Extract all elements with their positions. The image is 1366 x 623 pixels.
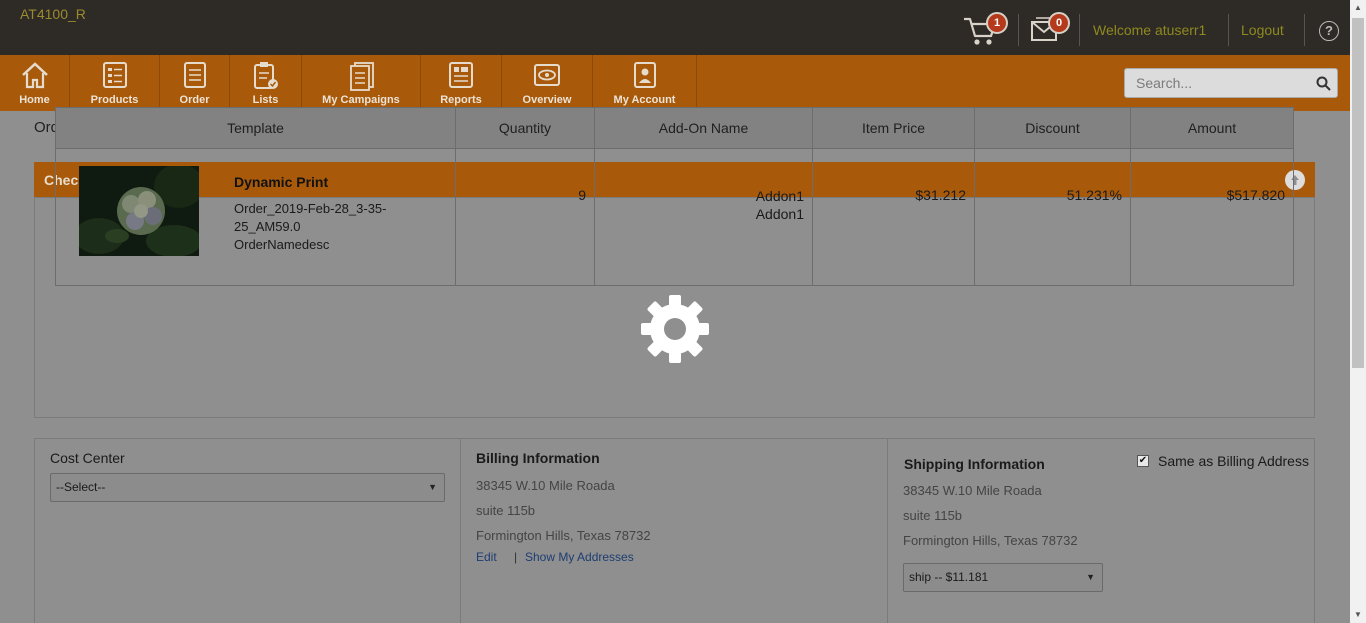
billing-title: Billing Information xyxy=(476,450,600,466)
nav-label: My Campaigns xyxy=(322,94,400,106)
column-header: Amount xyxy=(1187,120,1237,136)
billing-address-line: 38345 W.10 Mile Roada xyxy=(476,478,615,493)
column-header: Quantity xyxy=(456,108,595,148)
amount-value: $517.820 xyxy=(1226,187,1285,203)
amount-cell: $517.820 xyxy=(1131,149,1293,285)
help-icon[interactable]: ? xyxy=(1319,21,1339,41)
scroll-up-icon[interactable]: ▲ xyxy=(1354,3,1362,12)
nav-label: Lists xyxy=(252,94,279,106)
nav-item-products[interactable]: Products xyxy=(70,55,160,111)
addon-names: Addon1 Addon1 xyxy=(756,187,804,223)
quantity-cell: 9 xyxy=(456,149,595,285)
cart-count-badge: 1 xyxy=(986,12,1008,34)
item-price-value: $31.212 xyxy=(915,187,966,203)
nav-item-reports[interactable]: Reports xyxy=(421,55,502,111)
nav-label: Reports xyxy=(440,94,482,106)
brand-name: AT4100_R xyxy=(20,6,86,22)
divider xyxy=(1018,14,1019,46)
checkout-table: Template Quantity Add-On Name Item Price… xyxy=(55,107,1294,286)
select-value: --Select-- xyxy=(56,480,106,494)
nav-item-my-campaigns[interactable]: My Campaigns xyxy=(302,55,421,111)
link-separator: | xyxy=(514,550,518,564)
discount-value: 51.231% xyxy=(1066,187,1122,203)
top-bar: AT4100_R 1 0 Welcome atuserr1 Logout ? xyxy=(0,0,1350,55)
overview-icon xyxy=(534,64,560,86)
nav-label: Order xyxy=(179,94,210,106)
reports-icon xyxy=(449,62,473,88)
desc-line: 25_AM59.0 xyxy=(234,219,301,234)
column-header: Template xyxy=(56,108,456,148)
dropdown-arrow-icon: ▼ xyxy=(1086,572,1095,582)
home-icon xyxy=(21,62,48,89)
nav-label: Products xyxy=(90,94,139,106)
messages-count-badge: 0 xyxy=(1048,12,1070,34)
desc-line: Order_2019-Feb-28_3-35- xyxy=(234,201,387,216)
billing-address-line: Formington Hills, Texas 78732 xyxy=(476,528,651,543)
logout-link[interactable]: Logout xyxy=(1241,22,1284,38)
nav-item-overview[interactable]: Overview xyxy=(502,55,593,111)
main-nav: Home Products Order Lists My Campaigns R… xyxy=(0,55,1350,111)
product-name: Dynamic Print xyxy=(234,174,329,190)
products-icon xyxy=(102,62,127,88)
column-header: Discount xyxy=(975,108,1131,148)
product-thumbnail xyxy=(74,164,204,257)
campaigns-icon xyxy=(350,62,374,91)
addon-name: Addon1 xyxy=(755,206,804,222)
nav-label: Overview xyxy=(522,94,572,106)
shipping-address-line: Formington Hills, Texas 78732 xyxy=(903,533,1078,548)
account-icon xyxy=(633,62,656,88)
nav-label: Home xyxy=(19,94,50,106)
order-icon xyxy=(183,62,206,88)
scrollbar-thumb[interactable] xyxy=(1352,18,1364,368)
select-value: ship -- $11.181 xyxy=(909,570,989,584)
divider xyxy=(1304,14,1305,46)
cost-center-select[interactable]: --Select-- ▼ xyxy=(50,473,445,502)
addon-cell: Addon1 Addon1 xyxy=(595,149,813,285)
column-header: Add-On Name xyxy=(595,108,813,148)
nav-item-lists[interactable]: Lists xyxy=(230,55,302,111)
item-price-cell: $31.212 xyxy=(813,149,975,285)
cost-center-section: Cost Center --Select-- ▼ xyxy=(34,438,461,623)
quantity-value: 9 xyxy=(578,187,586,203)
edit-billing-link[interactable]: Edit xyxy=(476,550,497,564)
search-icon[interactable] xyxy=(1316,76,1331,91)
product-description: Order_2019-Feb-28_3-35- 25_AM59.0 OrderN… xyxy=(234,200,404,254)
cost-center-title: Cost Center xyxy=(50,450,125,466)
shipping-address-line: suite 115b xyxy=(903,508,963,523)
loading-gear-icon xyxy=(640,294,710,364)
search-input[interactable] xyxy=(1125,69,1310,97)
column-header: Item Price xyxy=(813,108,975,148)
nav-item-order[interactable]: Order xyxy=(160,55,230,111)
table-header: Template Quantity Add-On Name Item Price… xyxy=(56,108,1293,149)
nav-item-my-account[interactable]: My Account xyxy=(593,55,697,111)
same-as-billing-checkbox[interactable]: ✔ xyxy=(1137,455,1149,467)
template-cell: Dynamic Print Order_2019-Feb-28_3-35- 25… xyxy=(56,149,456,285)
lists-icon xyxy=(253,62,278,89)
search-box xyxy=(1124,68,1338,98)
billing-section: Billing Information 38345 W.10 Mile Road… xyxy=(460,438,888,623)
billing-address-line: suite 115b xyxy=(476,503,536,518)
shipping-address-line: 38345 W.10 Mile Roada xyxy=(903,483,1042,498)
same-as-billing-label: Same as Billing Address xyxy=(1158,453,1309,469)
welcome-text: Welcome atuserr1 xyxy=(1093,22,1207,38)
nav-item-home[interactable]: Home xyxy=(0,55,70,111)
desc-line: OrderNamedesc xyxy=(234,237,330,252)
shipping-title: Shipping Information xyxy=(904,456,1045,472)
show-my-addresses-link[interactable]: Show My Addresses xyxy=(525,550,634,564)
shipping-section: Shipping Information ✔ Same as Billing A… xyxy=(887,438,1315,623)
nav-label: My Account xyxy=(613,94,676,106)
divider xyxy=(1079,14,1080,46)
addon-name: Addon1 xyxy=(755,188,804,204)
dropdown-arrow-icon: ▼ xyxy=(428,482,437,492)
shipping-method-select[interactable]: ship -- $11.181 ▼ xyxy=(903,563,1103,592)
discount-cell: 51.231% xyxy=(975,149,1131,285)
scroll-down-icon[interactable]: ▼ xyxy=(1354,610,1362,619)
divider xyxy=(1228,14,1229,46)
